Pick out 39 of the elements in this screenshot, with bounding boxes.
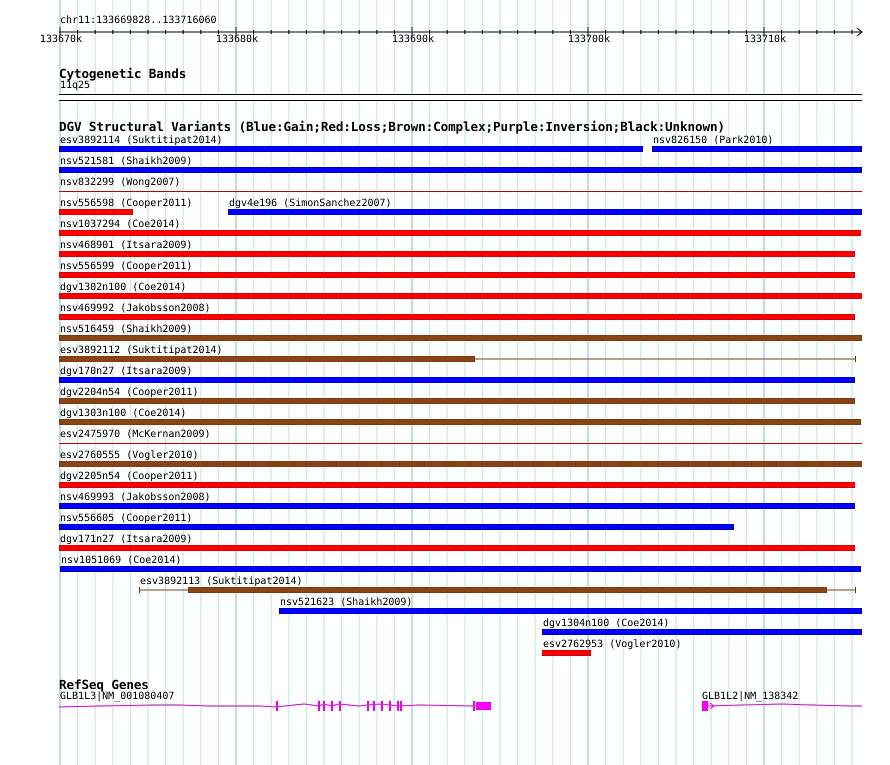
variant-label: nsv556599 (Cooper2011) (60, 261, 192, 272)
variant-label: nsv556598 (Cooper2011) (60, 198, 192, 209)
variant-label: nsv521623 (Shaikh2009) (280, 597, 412, 608)
ruler-tick-label: 133690k (392, 34, 434, 46)
band-label: 11q25 (59, 80, 90, 92)
gene-label: GLB1L3|NM_001080407 (60, 691, 174, 703)
ruler-tick-label: 133670k (40, 34, 82, 46)
track-title: DGV Structural Variants (Blue:Gain;Red:Loss;Brown:Complex;Purple:Inversion;Black:Unknown) (59, 121, 725, 133)
variant-label: esv3892112 (Suktitipat2014) (60, 345, 223, 356)
variant-label: nsv826150 (Park2010) (653, 135, 774, 146)
ruler-tick-label: 133710k (744, 34, 786, 46)
variant-label: esv3892114 (Suktitipat2014) (60, 135, 223, 146)
variant-label: nsv832299 (Wong2007) (60, 177, 180, 188)
variant-label: esv2760555 (Vogler2010) (60, 450, 198, 461)
variant-label: esv3892113 (Suktitipat2014) (140, 576, 303, 587)
track-title: RefSeq Genes (59, 679, 149, 691)
track-title: Cytogenetic Bands (59, 68, 186, 80)
variant-label: esv2475970 (McKernan2009) (60, 429, 211, 440)
variant-label: dgv1303n100 (Coe2014) (60, 408, 186, 419)
variant-label: nsv516459 (Shaikh2009) (60, 324, 192, 335)
ruler-tick-label: 133700k (568, 34, 610, 46)
ruler-tick-label: 133680k (216, 34, 258, 46)
variant-label: dgv1304n100 (Coe2014) (543, 618, 670, 629)
variant-label: dgv170n27 (Itsara2009) (60, 366, 192, 377)
variant-label: nsv1051069 (Coe2014) (61, 555, 182, 566)
variant-label: nsv468901 (Itsara2009) (60, 240, 192, 251)
variant-label: nsv469992 (Jakobsson2008) (60, 303, 211, 314)
variant-label: esv2762953 (Vogler2010) (543, 639, 682, 650)
variant-label: nsv556605 (Cooper2011) (60, 513, 192, 524)
variant-label: nsv469993 (Jakobsson2008) (60, 492, 211, 503)
variant-label: dgv171n27 (Itsara2009) (60, 534, 192, 545)
variant-label: nsv1037294 (Coe2014) (60, 219, 180, 230)
variant-label: dgv2204n54 (Cooper2011) (60, 387, 198, 398)
variant-label: nsv521581 (Shaikh2009) (60, 156, 192, 167)
variant-label: dgv4e196 (SimonSanchez2007) (229, 198, 392, 209)
gene-label: GLB1L2|NM_138342 (702, 691, 798, 703)
variant-label: dgv2205n54 (Cooper2011) (60, 471, 198, 482)
variant-label: dgv1302n100 (Coe2014) (60, 282, 186, 293)
locus-coordinates: chr11:133669828..133716060 (59, 15, 217, 27)
